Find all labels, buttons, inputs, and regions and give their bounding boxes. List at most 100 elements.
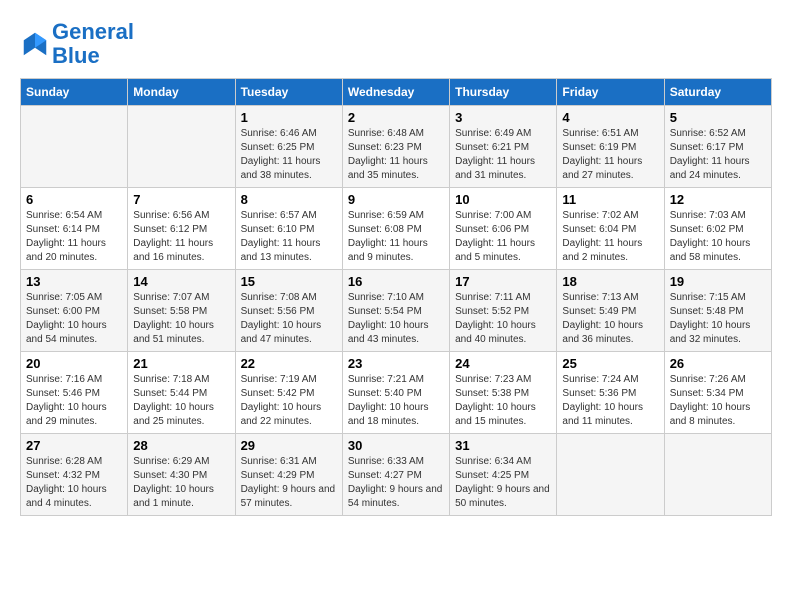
day-info: Sunrise: 7:16 AMSunset: 5:46 PMDaylight:… xyxy=(26,373,122,429)
calendar-cell xyxy=(664,434,771,516)
calendar-cell: 16Sunrise: 7:10 AMSunset: 5:54 PMDayligh… xyxy=(342,270,449,352)
calendar-week-row: 6 Sunrise: 6:54 AMSunset: 6:14 PMDaylight… xyxy=(21,188,772,270)
calendar-cell: 13 Sunrise: 7:05 AMSunset: 6:00 PMDayligh… xyxy=(21,270,128,352)
day-number: 31 xyxy=(455,438,551,453)
calendar-cell: 28 Sunrise: 6:29 AMSunset: 4:30 PMDayligh… xyxy=(128,434,235,516)
calendar-week-row: 27 Sunrise: 6:28 AMSunset: 4:32 PMDayligh… xyxy=(21,434,772,516)
day-info: Sunrise: 6:51 AMSunset: 6:19 PMDaylight:… xyxy=(562,127,658,183)
calendar-cell: 22 Sunrise: 7:19 AMSunset: 5:42 PMDayligh… xyxy=(235,352,342,434)
day-number: 12 xyxy=(670,192,766,207)
day-number: 23 xyxy=(348,356,444,371)
calendar-cell xyxy=(128,106,235,188)
calendar-cell: 17 Sunrise: 7:11 AMSunset: 5:52 PMDayligh… xyxy=(450,270,557,352)
day-info: Sunrise: 6:31 AMSunset: 4:29 PMDaylight:… xyxy=(241,455,337,511)
day-number: 29 xyxy=(241,438,337,453)
weekday-header-tuesday: Tuesday xyxy=(235,79,342,106)
logo-blue: Blue xyxy=(52,43,100,68)
calendar-cell: 26 Sunrise: 7:26 AMSunset: 5:34 PMDayligh… xyxy=(664,352,771,434)
day-info: Sunrise: 7:15 AMSunset: 5:48 PMDaylight:… xyxy=(670,291,766,347)
day-info: Sunrise: 6:52 AMSunset: 6:17 PMDaylight:… xyxy=(670,127,766,183)
day-number: 25 xyxy=(562,356,658,371)
day-info: Sunrise: 6:29 AMSunset: 4:30 PMDaylight:… xyxy=(133,455,229,511)
weekday-header-friday: Friday xyxy=(557,79,664,106)
day-info: Sunrise: 6:54 AMSunset: 6:14 PMDaylight:… xyxy=(26,209,122,265)
day-number: 4 xyxy=(562,110,658,125)
calendar-cell: 4 Sunrise: 6:51 AMSunset: 6:19 PMDaylight… xyxy=(557,106,664,188)
day-number: 28 xyxy=(133,438,229,453)
day-info: Sunrise: 6:59 AMSunset: 6:08 PMDaylight:… xyxy=(348,209,444,265)
day-number: 18 xyxy=(562,274,658,289)
day-info: Sunrise: 6:33 AMSunset: 4:27 PMDaylight:… xyxy=(348,455,444,511)
day-info: Sunrise: 7:08 AMSunset: 5:56 PMDaylight:… xyxy=(241,291,337,347)
calendar-cell: 10Sunrise: 7:00 AMSunset: 6:06 PMDayligh… xyxy=(450,188,557,270)
day-info: Sunrise: 6:48 AMSunset: 6:23 PMDaylight:… xyxy=(348,127,444,183)
day-number: 1 xyxy=(241,110,337,125)
day-number: 30 xyxy=(348,438,444,453)
day-number: 11 xyxy=(562,192,658,207)
logo-icon xyxy=(20,29,50,59)
day-number: 5 xyxy=(670,110,766,125)
day-number: 15 xyxy=(241,274,337,289)
day-info: Sunrise: 6:28 AMSunset: 4:32 PMDaylight:… xyxy=(26,455,122,511)
day-info: Sunrise: 7:03 AMSunset: 6:02 PMDaylight:… xyxy=(670,209,766,265)
day-number: 3 xyxy=(455,110,551,125)
calendar-week-row: 20 Sunrise: 7:16 AMSunset: 5:46 PMDayligh… xyxy=(21,352,772,434)
day-number: 17 xyxy=(455,274,551,289)
day-info: Sunrise: 7:26 AMSunset: 5:34 PMDaylight:… xyxy=(670,373,766,429)
day-info: Sunrise: 7:10 AMSunset: 5:54 PMDaylight:… xyxy=(348,291,444,347)
logo: General Blue xyxy=(20,20,134,68)
day-number: 19 xyxy=(670,274,766,289)
calendar-cell: 20 Sunrise: 7:16 AMSunset: 5:46 PMDayligh… xyxy=(21,352,128,434)
calendar-cell: 23 Sunrise: 7:21 AMSunset: 5:40 PMDayligh… xyxy=(342,352,449,434)
page-header: General Blue xyxy=(20,20,772,68)
day-number: 26 xyxy=(670,356,766,371)
day-number: 13 xyxy=(26,274,122,289)
day-number: 8 xyxy=(241,192,337,207)
day-number: 6 xyxy=(26,192,122,207)
day-number: 9 xyxy=(348,192,444,207)
day-info: Sunrise: 7:24 AMSunset: 5:36 PMDaylight:… xyxy=(562,373,658,429)
day-info: Sunrise: 7:21 AMSunset: 5:40 PMDaylight:… xyxy=(348,373,444,429)
calendar-cell: 27 Sunrise: 6:28 AMSunset: 4:32 PMDayligh… xyxy=(21,434,128,516)
calendar-cell: 31 Sunrise: 6:34 AMSunset: 4:25 PMDayligh… xyxy=(450,434,557,516)
day-info: Sunrise: 7:02 AMSunset: 6:04 PMDaylight:… xyxy=(562,209,658,265)
day-number: 10 xyxy=(455,192,551,207)
calendar-cell: 11 Sunrise: 7:02 AMSunset: 6:04 PMDayligh… xyxy=(557,188,664,270)
logo-general: General xyxy=(52,19,134,44)
calendar-table: SundayMondayTuesdayWednesdayThursdayFrid… xyxy=(20,78,772,516)
day-info: Sunrise: 7:19 AMSunset: 5:42 PMDaylight:… xyxy=(241,373,337,429)
day-info: Sunrise: 6:34 AMSunset: 4:25 PMDaylight:… xyxy=(455,455,551,511)
day-info: Sunrise: 7:23 AMSunset: 5:38 PMDaylight:… xyxy=(455,373,551,429)
calendar-cell: 6 Sunrise: 6:54 AMSunset: 6:14 PMDaylight… xyxy=(21,188,128,270)
day-number: 27 xyxy=(26,438,122,453)
calendar-cell: 29 Sunrise: 6:31 AMSunset: 4:29 PMDayligh… xyxy=(235,434,342,516)
day-number: 20 xyxy=(26,356,122,371)
weekday-header-thursday: Thursday xyxy=(450,79,557,106)
calendar-cell: 25 Sunrise: 7:24 AMSunset: 5:36 PMDayligh… xyxy=(557,352,664,434)
day-info: Sunrise: 7:07 AMSunset: 5:58 PMDaylight:… xyxy=(133,291,229,347)
calendar-cell: 24Sunrise: 7:23 AMSunset: 5:38 PMDayligh… xyxy=(450,352,557,434)
calendar-cell: 18 Sunrise: 7:13 AMSunset: 5:49 PMDayligh… xyxy=(557,270,664,352)
weekday-header-monday: Monday xyxy=(128,79,235,106)
day-info: Sunrise: 6:56 AMSunset: 6:12 PMDaylight:… xyxy=(133,209,229,265)
calendar-cell: 9 Sunrise: 6:59 AMSunset: 6:08 PMDaylight… xyxy=(342,188,449,270)
day-info: Sunrise: 7:18 AMSunset: 5:44 PMDaylight:… xyxy=(133,373,229,429)
day-number: 22 xyxy=(241,356,337,371)
calendar-cell: 14 Sunrise: 7:07 AMSunset: 5:58 PMDayligh… xyxy=(128,270,235,352)
calendar-week-row: 1Sunrise: 6:46 AMSunset: 6:25 PMDaylight… xyxy=(21,106,772,188)
day-info: Sunrise: 7:05 AMSunset: 6:00 PMDaylight:… xyxy=(26,291,122,347)
calendar-cell: 15 Sunrise: 7:08 AMSunset: 5:56 PMDayligh… xyxy=(235,270,342,352)
calendar-cell: 3Sunrise: 6:49 AMSunset: 6:21 PMDaylight… xyxy=(450,106,557,188)
calendar-cell: 12 Sunrise: 7:03 AMSunset: 6:02 PMDayligh… xyxy=(664,188,771,270)
day-number: 14 xyxy=(133,274,229,289)
calendar-cell: 1Sunrise: 6:46 AMSunset: 6:25 PMDaylight… xyxy=(235,106,342,188)
day-number: 7 xyxy=(133,192,229,207)
calendar-cell: 2Sunrise: 6:48 AMSunset: 6:23 PMDaylight… xyxy=(342,106,449,188)
day-number: 21 xyxy=(133,356,229,371)
day-info: Sunrise: 7:13 AMSunset: 5:49 PMDaylight:… xyxy=(562,291,658,347)
calendar-cell xyxy=(557,434,664,516)
weekday-header-sunday: Sunday xyxy=(21,79,128,106)
calendar-cell: 7 Sunrise: 6:56 AMSunset: 6:12 PMDaylight… xyxy=(128,188,235,270)
day-info: Sunrise: 7:11 AMSunset: 5:52 PMDaylight:… xyxy=(455,291,551,347)
calendar-cell: 5 Sunrise: 6:52 AMSunset: 6:17 PMDaylight… xyxy=(664,106,771,188)
